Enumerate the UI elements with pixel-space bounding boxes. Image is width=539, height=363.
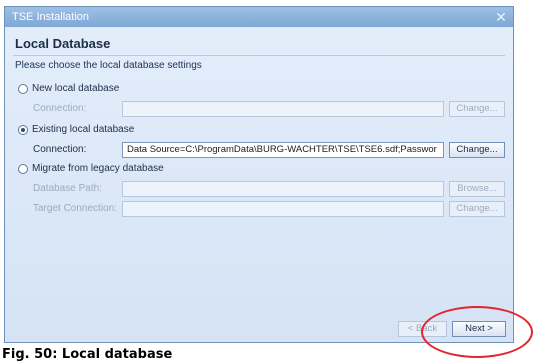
radio-existing-local-database[interactable]: Existing local database — [18, 124, 134, 135]
database-path-label: Database Path: — [33, 183, 102, 194]
radio-button[interactable] — [18, 124, 28, 135]
existing-connection-change-button[interactable]: Change... — [449, 142, 505, 158]
database-path-field[interactable] — [122, 181, 444, 197]
figure-caption: Fig. 50: Local database — [2, 347, 173, 362]
window-title: TSE Installation — [12, 11, 90, 23]
radio-new-local-database[interactable]: New local database — [18, 83, 119, 94]
back-button: < Back — [398, 321, 447, 337]
new-connection-label: Connection: — [33, 103, 87, 114]
target-connection-label: Target Connection: — [33, 203, 117, 214]
radio-button[interactable] — [18, 83, 28, 94]
divider — [13, 55, 505, 56]
target-connection-change-button: Change... — [449, 201, 505, 217]
radio-label: New local database — [32, 83, 120, 94]
next-button[interactable]: Next > — [452, 321, 506, 337]
page-title: Local Database — [15, 36, 111, 51]
new-connection-change-button: Change... — [449, 101, 505, 117]
existing-connection-field[interactable]: Data Source=C:\ProgramData\BURG-WACHTER\… — [122, 142, 444, 158]
existing-connection-label: Connection: — [33, 144, 87, 155]
radio-label: Existing local database — [32, 124, 135, 135]
new-connection-field[interactable] — [122, 101, 444, 117]
radio-migrate-legacy-database[interactable]: Migrate from legacy database — [18, 163, 164, 174]
installer-window: TSE Installation ✕ Local Database Please… — [4, 6, 514, 343]
radio-button[interactable] — [18, 163, 28, 174]
title-bar: TSE Installation ✕ — [5, 7, 513, 27]
page-subtitle: Please choose the local database setting… — [15, 60, 202, 71]
close-icon[interactable]: ✕ — [494, 7, 508, 27]
target-connection-field[interactable] — [122, 201, 444, 217]
radio-label: Migrate from legacy database — [32, 163, 164, 174]
database-path-browse-button: Browse... — [449, 181, 505, 197]
